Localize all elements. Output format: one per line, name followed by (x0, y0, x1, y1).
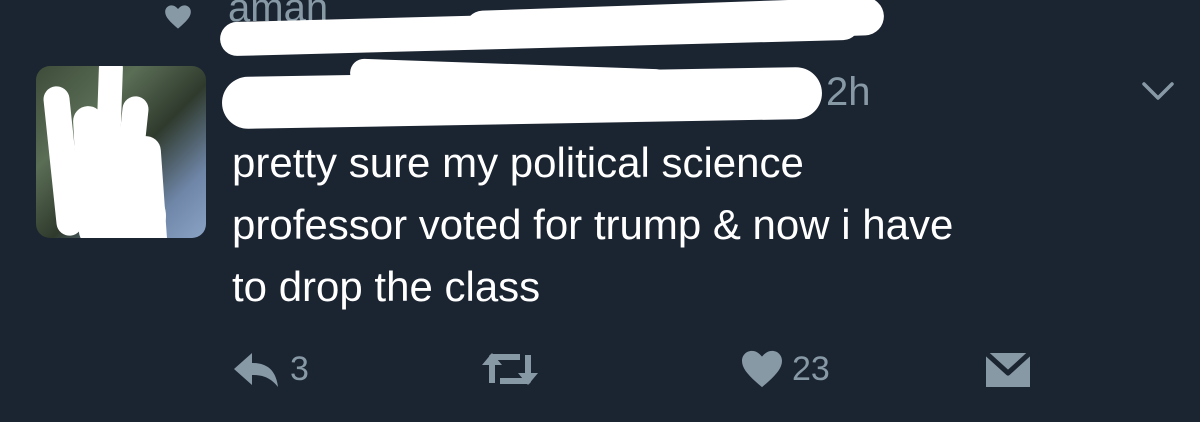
tweet-header: 2h (221, 58, 910, 130)
redaction-mark (106, 186, 166, 238)
tweet-context: aman (164, 0, 924, 57)
tweet-card[interactable]: aman 2h pretty sure my political science… (0, 0, 1200, 422)
redaction-mark (463, 0, 885, 50)
tweet-actions: 3 23 (232, 344, 1052, 394)
heart-icon (742, 350, 782, 388)
reply-count: 3 (290, 349, 309, 388)
retweet-icon (482, 353, 538, 385)
tweet-text: pretty sure my political science profess… (232, 139, 954, 310)
reply-button[interactable]: 3 (232, 344, 309, 394)
retweet-button[interactable] (480, 344, 548, 394)
tweet-timestamp[interactable]: 2h (826, 70, 871, 115)
chevron-down-icon[interactable] (1140, 78, 1176, 104)
heart-icon (165, 5, 191, 29)
envelope-icon (984, 351, 1032, 387)
like-count: 23 (792, 349, 830, 388)
direct-message-button[interactable] (984, 344, 1032, 394)
like-button[interactable]: 23 (740, 344, 830, 394)
reply-icon (234, 353, 278, 387)
avatar[interactable] (36, 66, 206, 238)
